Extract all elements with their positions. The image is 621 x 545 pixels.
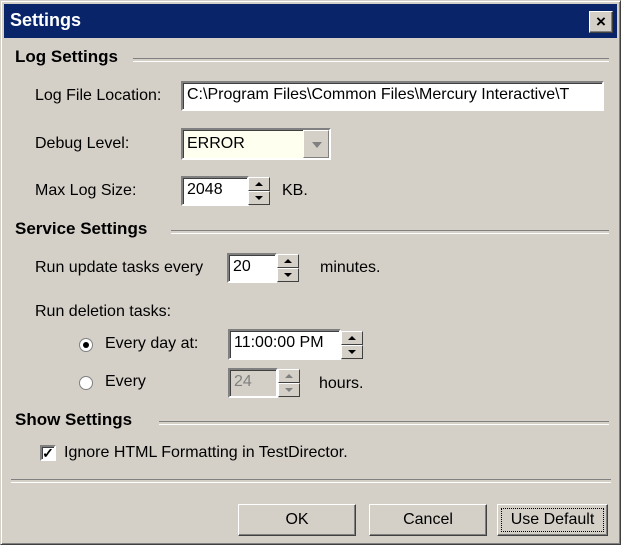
spin-up-icon[interactable] — [278, 369, 300, 383]
chevron-down-icon[interactable] — [303, 130, 329, 158]
every-hours-radio[interactable] — [79, 376, 93, 390]
every-hours-input[interactable]: 24 — [228, 368, 278, 398]
debug-level-label: Debug Level: — [35, 135, 130, 152]
show-settings-heading: Show Settings — [15, 410, 133, 429]
max-log-size-unit: KB. — [282, 182, 308, 199]
max-log-size-label: Max Log Size: — [35, 182, 137, 199]
cancel-button[interactable]: Cancel — [369, 504, 487, 536]
spin-down-icon[interactable] — [341, 345, 363, 359]
debug-level-value: ERROR — [187, 135, 245, 152]
run-deletion-label: Run deletion tasks: — [35, 303, 172, 320]
close-icon: × — [596, 12, 606, 31]
update-interval-input[interactable]: 20 — [227, 253, 277, 283]
settings-dialog: Settings × Log Settings Log File Locatio… — [0, 0, 621, 545]
use-default-button[interactable]: Use Default — [497, 504, 608, 536]
every-hours-spinner[interactable] — [278, 369, 300, 397]
log-settings-heading: Log Settings — [15, 47, 118, 66]
spin-down-icon[interactable] — [248, 191, 270, 205]
every-day-time-spinner[interactable] — [341, 331, 363, 359]
ignore-html-checkbox[interactable]: ✓ — [40, 445, 56, 461]
buttons-divider — [11, 479, 611, 483]
service-settings-heading: Service Settings — [15, 219, 148, 238]
max-log-size-input[interactable]: 2048 — [181, 176, 249, 206]
spin-up-icon[interactable] — [277, 254, 299, 268]
checkmark-icon: ✓ — [42, 445, 54, 461]
spin-up-icon[interactable] — [341, 331, 363, 345]
log-file-location-label: Log File Location: — [35, 87, 162, 104]
run-update-label: Run update tasks every — [35, 259, 204, 276]
title-bar[interactable]: Settings × — [4, 4, 617, 38]
log-settings-divider — [133, 58, 609, 62]
ok-button[interactable]: OK — [238, 504, 356, 536]
max-log-size-spinner[interactable] — [248, 177, 270, 205]
spin-down-icon[interactable] — [278, 383, 300, 397]
every-day-label[interactable]: Every day at: — [105, 335, 198, 353]
spin-up-icon[interactable] — [248, 177, 270, 191]
close-button[interactable]: × — [589, 11, 613, 33]
update-interval-unit: minutes. — [320, 259, 381, 276]
service-settings-divider — [171, 230, 609, 234]
every-day-radio[interactable] — [79, 338, 93, 352]
every-day-time-input[interactable]: 11:00:00 PM — [228, 329, 341, 360]
window-title: Settings — [10, 10, 82, 30]
ignore-html-label[interactable]: Ignore HTML Formatting in TestDirector. — [64, 444, 348, 462]
log-file-location-input[interactable]: C:\Program Files\Common Files\Mercury In… — [181, 81, 604, 111]
update-interval-spinner[interactable] — [277, 254, 299, 282]
show-settings-divider — [159, 421, 609, 425]
spin-down-icon[interactable] — [277, 268, 299, 282]
every-hours-unit: hours. — [319, 375, 364, 392]
every-label[interactable]: Every — [105, 373, 146, 391]
